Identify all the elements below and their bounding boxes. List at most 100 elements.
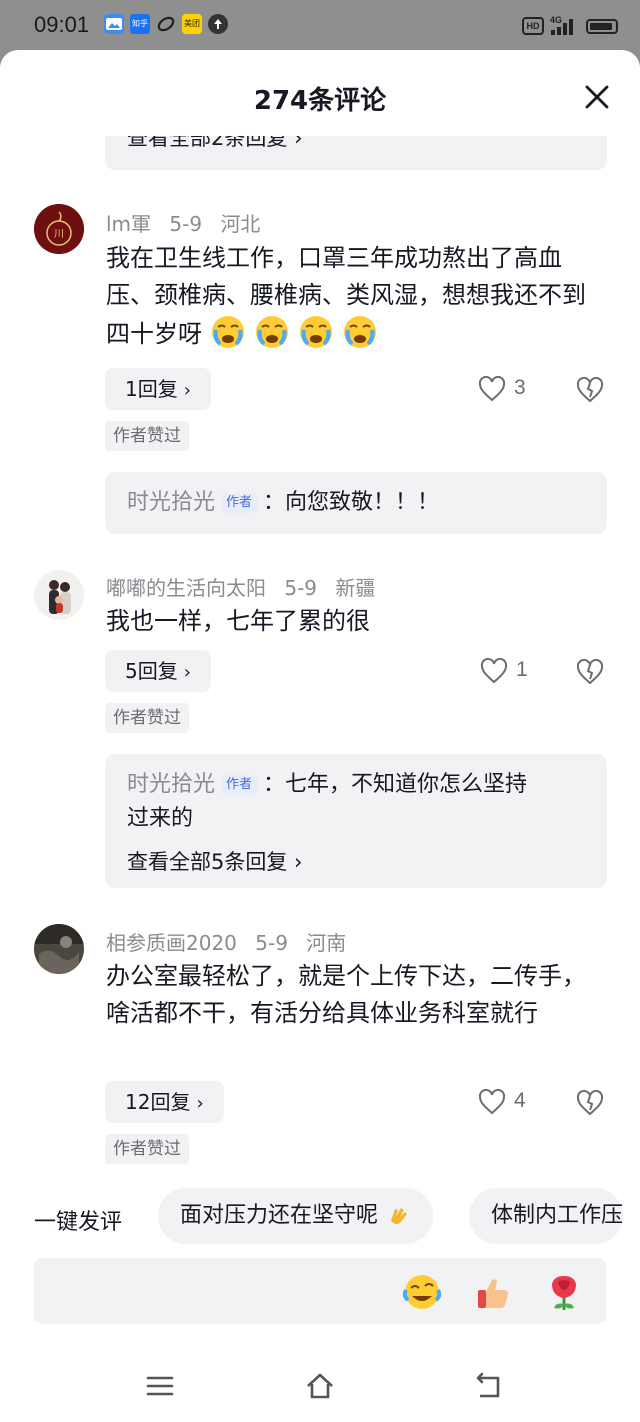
back-icon [476,1372,500,1398]
quick-comment-chip[interactable]: 体制内工作压 [469,1188,624,1244]
like-button[interactable]: 1 [480,657,540,688]
comment-location: 新疆 [335,576,376,600]
quick-chip-text: 体制内工作压 [491,1203,624,1228]
quick-comment-label: 一键发评 [34,1210,123,1235]
meituan-label: 美团 [184,19,200,28]
replies-button[interactable]: 1回复 › [105,368,211,410]
author-tag: 作者 [221,493,258,513]
upload-app-icon [208,14,228,34]
network-type-label: 4G [550,15,562,25]
comment-location: 河南 [306,931,347,955]
comment-date: 5-9 [255,931,288,955]
back-nav-button[interactable] [472,1370,504,1402]
view-all-replies-link[interactable]: 查看全部5条回复 › [127,846,302,876]
crying-emoji-icon [343,316,376,348]
avatar-emblem-icon: 川 [34,204,84,254]
status-right-group: HD 4G [522,14,622,36]
author-reply-text: ：七年，不知道你怎么坚持 [263,772,528,797]
author-liked-badge: 作者赞过 [105,1134,189,1164]
broken-heart-icon [576,376,604,403]
comment-date: 5-9 [169,212,203,236]
crying-emoji-icon [211,316,244,348]
reply-box-partial: 查看全部2条回复 › [105,136,607,170]
comment-username[interactable]: 嘟嘟的生活向太阳 [106,576,266,600]
dislike-button[interactable] [576,1089,604,1117]
comment-input[interactable] [34,1258,606,1324]
hd-icon: HD [522,17,544,35]
chevron-right-icon: › [183,662,191,683]
like-count: 4 [514,1089,526,1112]
broken-heart-icon [576,1089,604,1116]
comment-meta: lm軍 5-9 河北 [106,208,272,237]
author-reply-line-2: 过来的 [127,806,194,831]
comment-text: 办公室最轻松了，就是个上传下达，二传手，啥活都不干，有活分给具体业务科室就行 [106,962,586,1027]
avatar[interactable] [34,570,84,620]
close-icon [585,85,609,109]
comment-sheet: 274条评论 查看全部2条回复 › 川 lm軍 5-9 河北 我在卫生线工作，口… [0,50,640,1422]
view-all-replies-link[interactable]: 查看全部2条回复 › [127,136,302,152]
like-button[interactable]: 4 [478,1088,538,1119]
dislike-button[interactable] [576,658,604,686]
broken-heart-icon [576,658,604,685]
author-reply-name[interactable]: 时光拾光 [127,772,215,797]
author-reply-box[interactable]: 时光拾光 作者 ：向您致敬！！！ [105,472,607,534]
chevron-right-icon: › [183,380,191,401]
rose-emoji[interactable] [544,1272,584,1312]
meituan-app-icon: 美团 [182,14,202,34]
replies-label: 5回复 [125,659,178,683]
comment-meta: 嘟嘟的生活向太阳 5-9 新疆 [106,572,387,601]
clapping-hands-icon [391,1208,408,1225]
replies-button[interactable]: 12回复 › [105,1081,224,1123]
dislike-button[interactable] [576,376,604,404]
avatar[interactable]: 川 [34,204,84,254]
author-reply-box[interactable]: 时光拾光 作者 ：七年，不知道你怎么坚持 过来的 查看全部5条回复 › [105,754,607,888]
home-icon [307,1373,333,1399]
avatar-family-photo-icon [34,570,84,620]
zhihu-label: 知乎 [132,19,148,28]
author-reply-line: 时光拾光 作者 ：向您致敬！！！ [127,486,439,520]
comment-username[interactable]: 相参质画2020 [106,931,237,955]
signal-icon: 4G [550,14,578,36]
like-count: 3 [514,376,526,399]
zhihu-app-icon: 知乎 [130,14,150,34]
chevron-right-icon: › [287,850,303,874]
author-reply-text: ：向您致敬！！！ [263,490,440,515]
view-all-label: 查看全部5条回复 [127,850,288,874]
link-app-icon [156,14,176,34]
heart-icon [480,657,508,684]
comment-count-title: 274条评论 [253,86,387,116]
comment-text: 我在卫生线工作，口罩三年成功熬出了高血压、颈椎病、腰椎病、类风湿，想想我还不到四… [106,240,606,353]
replies-button[interactable]: 5回复 › [105,650,211,692]
replies-label: 1回复 [125,377,178,401]
author-reply-name[interactable]: 时光拾光 [127,490,215,515]
author-reply-line: 时光拾光 作者 ：七年，不知道你怎么坚持 [127,768,527,802]
heart-icon [478,375,506,402]
heart-icon [478,1088,506,1115]
laughing-crying-emoji[interactable] [402,1272,442,1312]
hamburger-menu-icon [146,1376,174,1396]
system-nav-bar [0,1350,640,1422]
battery-icon [586,19,618,34]
menu-nav-button[interactable] [144,1370,176,1402]
avatar[interactable] [34,924,84,974]
comment-username[interactable]: lm軍 [106,212,151,236]
quick-chip-text: 面对压力还在坚守呢 [180,1203,379,1228]
thumbs-up-emoji[interactable] [474,1272,514,1312]
comment-text: 我也一样，七年了累的很 [106,607,370,635]
gallery-app-icon [104,14,124,34]
author-tag: 作者 [221,775,258,795]
chevron-right-icon: › [196,1093,204,1114]
status-time: 09:01 [34,12,90,37]
home-nav-button[interactable] [304,1370,336,1402]
like-button[interactable]: 3 [478,375,538,406]
author-liked-badge: 作者赞过 [105,703,189,733]
like-count: 1 [516,658,528,681]
comment-meta: 相参质画2020 5-9 河南 [106,927,358,956]
close-button[interactable] [582,82,612,112]
crying-emoji-icon [255,316,288,348]
quick-comment-chip[interactable]: 面对压力还在坚守呢 [158,1188,434,1244]
comment-location: 河北 [220,212,261,236]
avatar-painting-icon [34,924,84,974]
view-all-label: 查看全部2条回复 [127,136,288,150]
status-bar: 09:01 知乎 美团 HD 4G [0,0,640,50]
